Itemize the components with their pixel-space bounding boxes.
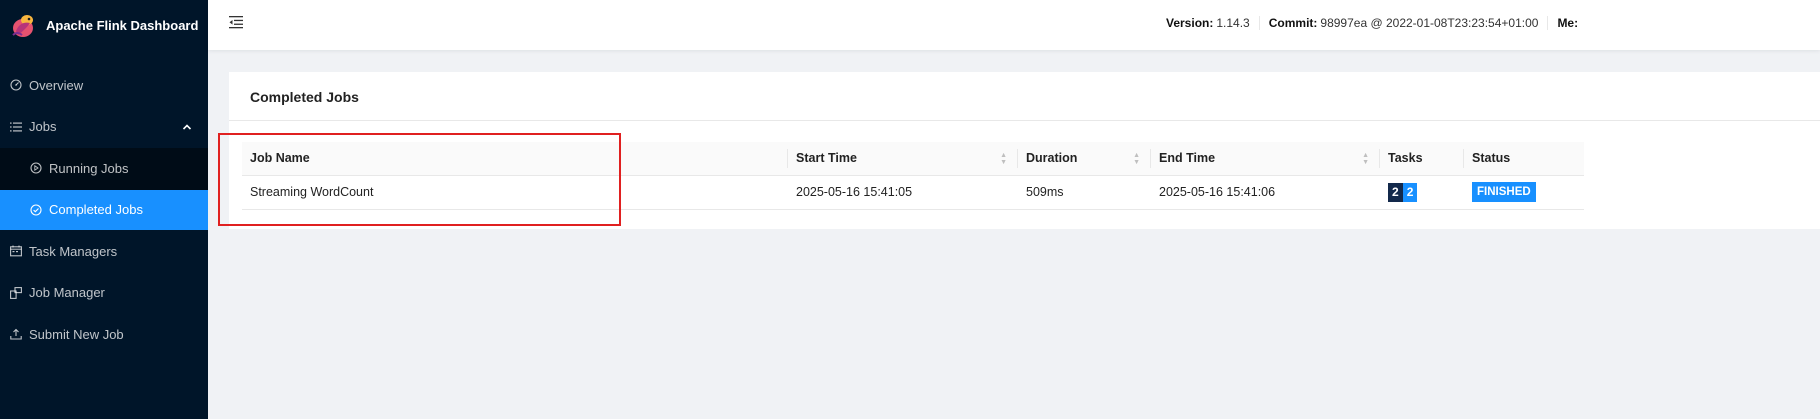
sort-icon[interactable]: ▲ ▼ — [1000, 152, 1007, 166]
sidebar-item-label: Job Manager — [29, 285, 105, 300]
sidebar-item-job-manager[interactable]: Job Manager — [0, 273, 208, 313]
brand[interactable]: Apache Flink Dashboard — [0, 0, 208, 50]
sidebar-item-completed-jobs[interactable]: Completed Jobs — [0, 189, 208, 230]
chevron-up-icon — [182, 120, 192, 135]
cell-end-time: 2025-05-16 15:41:06 — [1151, 175, 1380, 210]
task-total-badge: 2 — [1388, 182, 1403, 202]
sidebar-item-overview[interactable]: Overview — [0, 65, 208, 105]
column-header-start-time[interactable]: Start Time ▲ ▼ — [788, 142, 1018, 176]
menu-fold-icon[interactable] — [228, 14, 244, 30]
sidebar-item-label: Task Managers — [29, 243, 118, 259]
header-divider — [1547, 16, 1549, 30]
sidebar-item-running-jobs[interactable]: Running Jobs — [0, 148, 208, 188]
completed-jobs-table: Job Name Start Time ▲ ▼ Duration ▲ ▼ End Tim… — [242, 142, 1584, 210]
sidebar-item-task-managers[interactable]: Task Managers — [0, 231, 208, 271]
status-badge: FINISHED — [1472, 182, 1536, 202]
dashboard-icon — [10, 79, 22, 91]
cell-status: FINISHED — [1464, 175, 1584, 210]
column-label: Job Name — [250, 151, 310, 166]
build-icon — [10, 286, 22, 299]
column-label: Tasks — [1388, 151, 1423, 166]
jobs-submenu: Running Jobs Completed Jobs — [0, 148, 208, 230]
top-header: Version: 1.14.3 Commit: 98997ea @ 2022-0… — [208, 0, 1820, 50]
version-value: 1.14.3 — [1216, 16, 1250, 30]
column-label: Status — [1472, 151, 1511, 166]
header-info: Version: 1.14.3 Commit: 98997ea @ 2022-0… — [1166, 16, 1578, 30]
commit-label: Commit: — [1268, 16, 1318, 30]
card-title: Completed Jobs — [229, 72, 1820, 121]
sidebar-item-label: Submit New Job — [29, 326, 124, 342]
check-circle-icon — [30, 203, 42, 216]
completed-jobs-card: Completed Jobs Job Name Start Time ▲ ▼ Dur… — [229, 72, 1820, 229]
sort-icon[interactable]: ▲ ▼ — [1362, 152, 1369, 166]
list-icon — [10, 121, 22, 133]
sidebar-item-submit-new-job[interactable]: Submit New Job — [0, 314, 208, 354]
column-header-duration[interactable]: Duration ▲ ▼ — [1018, 142, 1151, 176]
table-row[interactable]: Streaming WordCount 2025-05-16 15:41:05 … — [242, 175, 1584, 210]
column-header-status: Status — [1464, 142, 1584, 176]
cell-tasks: 2 2 — [1380, 175, 1464, 210]
task-finished-badge: 2 — [1402, 182, 1418, 202]
app-title: Apache Flink Dashboard — [46, 17, 199, 33]
cell-start-time: 2025-05-16 15:41:05 — [788, 175, 1018, 210]
column-header-end-time[interactable]: End Time ▲ ▼ — [1151, 142, 1380, 176]
cell-duration: 509ms — [1018, 175, 1151, 210]
column-label: End Time — [1159, 151, 1216, 166]
sidebar-item-label: Overview — [29, 77, 84, 93]
sidebar-item-jobs[interactable]: Jobs — [0, 107, 208, 147]
commit-value: 98997ea @ 2022-01-08T23:23:54+01:00 — [1320, 16, 1539, 30]
task-badges: 2 2 — [1388, 182, 1418, 202]
column-label: Start Time — [796, 151, 857, 166]
upload-icon — [10, 328, 22, 340]
sort-icon[interactable]: ▲ ▼ — [1133, 152, 1140, 166]
column-header-tasks: Tasks — [1380, 142, 1464, 176]
sidebar-item-label: Running Jobs — [49, 160, 129, 176]
sidebar-item-label: Completed Jobs — [49, 202, 143, 217]
sidebar: Apache Flink Dashboard Overview Jobs Run… — [0, 0, 208, 419]
schedule-icon — [10, 245, 22, 257]
header-divider — [1258, 16, 1260, 30]
sidebar-menu: Overview Jobs Running Jobs Completed Job… — [0, 65, 208, 354]
table-header-row: Job Name Start Time ▲ ▼ Duration ▲ ▼ End Tim… — [242, 142, 1584, 176]
column-label: Duration — [1026, 151, 1078, 166]
version-label: Version: — [1166, 16, 1214, 30]
cell-job-name[interactable]: Streaming WordCount — [242, 175, 788, 210]
message-label[interactable]: Me: — [1557, 16, 1578, 30]
column-header-job-name[interactable]: Job Name — [242, 142, 788, 176]
flink-logo-icon — [12, 15, 33, 37]
sidebar-item-label: Jobs — [29, 119, 57, 134]
play-circle-icon — [30, 162, 42, 174]
